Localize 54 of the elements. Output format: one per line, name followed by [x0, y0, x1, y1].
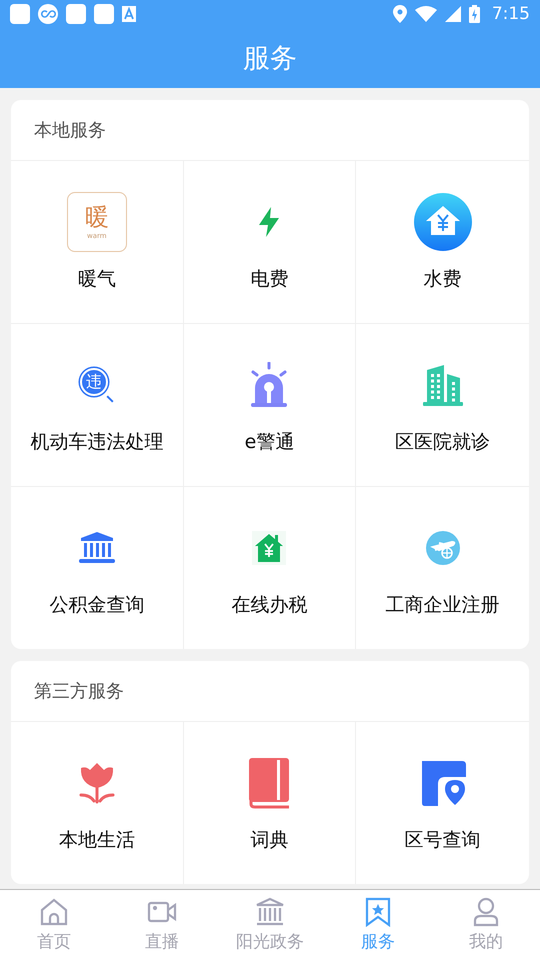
- clock-time: 7:15: [492, 4, 530, 24]
- service-label: 电费: [250, 267, 288, 292]
- service-label: 区号查询: [404, 828, 481, 853]
- service-item[interactable]: 词典: [184, 722, 356, 884]
- service-label: 词典: [250, 828, 288, 853]
- section-title: 本地服务: [34, 119, 106, 142]
- notification-icon: [38, 4, 58, 24]
- notification-icon: [94, 4, 114, 24]
- home-icon: [39, 897, 69, 927]
- tab-label: 我的: [469, 931, 503, 953]
- service-label: 本地生活: [58, 828, 135, 853]
- lightning-icon: [257, 206, 282, 238]
- page-title: 服务: [243, 42, 297, 76]
- service-label: e警通: [244, 430, 294, 455]
- service-item[interactable]: 工商企业注册: [356, 487, 529, 649]
- service-item[interactable]: e警通: [184, 324, 356, 487]
- plane-globe-icon: [426, 531, 460, 565]
- service-item[interactable]: 公积金查询: [11, 487, 184, 649]
- tab-label: 阳光政务: [236, 931, 304, 953]
- tulip-icon: [78, 762, 116, 804]
- building-icon: [422, 364, 463, 406]
- bookmark-star-icon: [363, 897, 393, 927]
- service-item[interactable]: 本地生活: [11, 722, 184, 884]
- book-icon: [247, 757, 292, 809]
- location-icon: [392, 5, 407, 23]
- house-coin-icon: [414, 193, 472, 251]
- wifi-icon: [414, 6, 437, 22]
- service-label: 水费: [424, 267, 462, 292]
- tab-label: 直播: [145, 931, 179, 953]
- bank-icon: [255, 897, 285, 927]
- service-label: 公积金查询: [49, 593, 144, 618]
- service-label: 暖气: [78, 267, 116, 292]
- service-item[interactable]: 水费: [356, 161, 529, 324]
- service-item[interactable]: 违 机动车违法处理: [11, 324, 184, 487]
- service-label: 机动车违法处理: [30, 430, 164, 455]
- service-item[interactable]: 在线办税: [184, 487, 356, 649]
- tab-label: 服务: [361, 931, 395, 953]
- user-icon: [471, 897, 501, 927]
- battery-icon: [468, 5, 480, 23]
- service-label: 工商企业注册: [386, 593, 500, 618]
- alarm-light-icon: [249, 362, 290, 408]
- house-coin-icon: [252, 531, 286, 565]
- service-label: 在线办税: [231, 593, 308, 618]
- service-item[interactable]: 电费: [184, 161, 356, 324]
- bank-icon: [78, 532, 115, 564]
- service-item[interactable]: 区医院就诊: [356, 324, 529, 487]
- section-title: 第三方服务: [34, 680, 124, 703]
- notification-icon: [66, 4, 86, 24]
- notification-icon: [122, 6, 136, 22]
- notification-icon: [10, 4, 30, 24]
- signal-icon: [444, 6, 461, 22]
- tab-label: 首页: [37, 931, 71, 953]
- service-item[interactable]: 区号查询: [356, 722, 529, 884]
- service-label: 区医院就诊: [395, 430, 490, 455]
